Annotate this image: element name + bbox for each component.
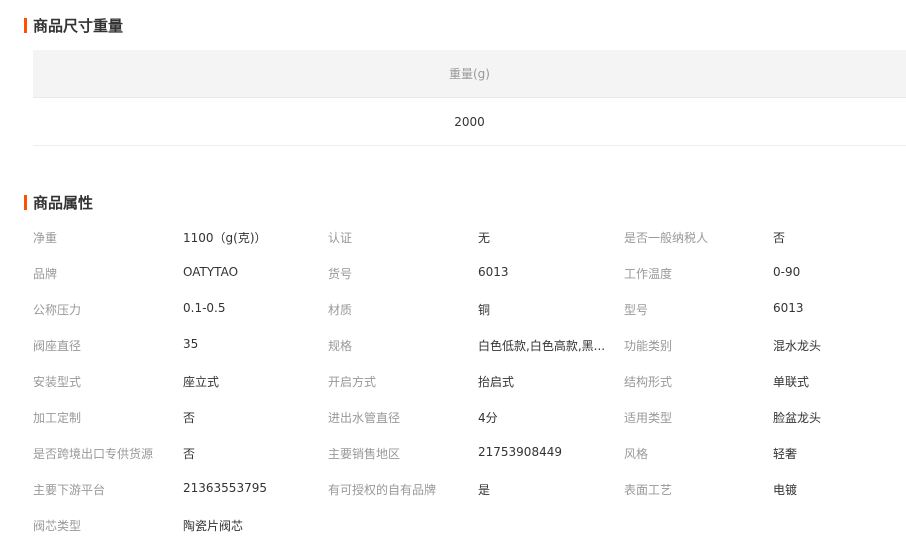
attribute-row: 加工定制 否 进出水管直径 4分 适用类型 脸盆龙头	[33, 399, 906, 435]
attribute-label: 阀芯类型	[33, 519, 82, 533]
attribute-value: 无	[478, 231, 491, 245]
attribute-value: 轻奢	[773, 447, 798, 461]
attribute-row: 净重 1100（g(克)） 认证 无 是否一般纳税人 否	[33, 219, 906, 255]
attribute-value: 脸盆龙头	[773, 411, 822, 425]
section-title-text: 商品属性	[33, 193, 94, 212]
attribute-label: 风格	[624, 447, 649, 461]
section-title-size-weight: 商品尺寸重量	[24, 16, 124, 35]
attribute-label: 功能类别	[624, 339, 673, 353]
attribute-grid: 净重 1100（g(克)） 认证无是否一般纳税人否品牌 OATYTAO 货号 6013 工作…	[33, 219, 906, 543]
attribute-value: 6013	[773, 301, 804, 315]
attribute-label: 开启方式	[328, 375, 377, 389]
attribute-value: 座立式	[183, 375, 220, 389]
attribute-value: 陶瓷片阀芯	[183, 519, 244, 533]
attribute-label: 阀座直径	[33, 339, 82, 353]
section-accent-bar	[24, 17, 27, 33]
attribute-value: 否	[183, 411, 196, 425]
attribute-label: 主要销售地区	[328, 447, 401, 461]
attribute-row: 安装型式 座立式 开启方式 抬启式 结构形式 单联式	[33, 363, 906, 399]
attribute-value: 1100（g(克)）	[183, 231, 267, 245]
section-title-text: 商品尺寸重量	[33, 16, 124, 35]
attribute-label: 货号	[328, 267, 353, 281]
attribute-label: 是否一般纳税人	[624, 231, 709, 245]
attribute-label: 公称压力	[33, 303, 82, 317]
attribute-value: 单联式	[773, 375, 810, 389]
section-title-attributes: 商品属性	[24, 193, 94, 212]
attribute-label: 有可授权的自有品牌	[328, 483, 437, 497]
attribute-label: 进出水管直径	[328, 411, 401, 425]
attribute-value: 白色低款,白色高款,黑...	[478, 339, 606, 353]
attribute-label: 品牌	[33, 267, 58, 281]
attribute-value: 4分	[478, 411, 498, 425]
attribute-row: 阀座直径 35 规格 白色低款,白色高款,黑... 功能类别 混水龙头	[33, 327, 906, 363]
table-header-weight: 重量(g)	[33, 50, 906, 98]
attribute-value: 21753908449	[478, 445, 562, 459]
attribute-label: 表面工艺	[624, 483, 673, 497]
attribute-value: 0.1-0.5	[183, 301, 226, 315]
table-cell-weight: 2000	[33, 98, 906, 146]
attribute-value: OATYTAO	[183, 265, 239, 279]
attribute-value: 铜	[478, 303, 491, 317]
attribute-label: 加工定制	[33, 411, 82, 425]
attribute-row: 是否跨境出口专供货源 否 主要销售地区 21753908449 风格 轻奢	[33, 435, 906, 471]
attribute-label: 认证	[328, 231, 353, 245]
attribute-value: 6013	[478, 265, 509, 279]
attribute-row: 阀芯类型 陶瓷片阀芯	[33, 507, 906, 543]
attribute-label: 结构形式	[624, 375, 673, 389]
attribute-value: 抬启式	[478, 375, 515, 389]
attribute-label: 材质	[328, 303, 353, 317]
attribute-label: 净重	[33, 231, 58, 245]
attribute-value: 混水龙头	[773, 339, 822, 353]
size-weight-table: 重量(g) 2000	[33, 50, 906, 146]
attribute-row: 主要下游平台 21363553795 有可授权的自有品牌 是 表面工艺 电镀	[33, 471, 906, 507]
attribute-label: 规格	[328, 339, 353, 353]
attribute-value: 是	[478, 483, 491, 497]
attribute-label: 安装型式	[33, 375, 82, 389]
attribute-value: 电镀	[773, 483, 798, 497]
attribute-label: 适用类型	[624, 411, 673, 425]
attribute-value: 35	[183, 337, 199, 351]
attribute-label: 工作温度	[624, 267, 673, 281]
attribute-value: 否	[183, 447, 196, 461]
attribute-label: 主要下游平台	[33, 483, 106, 497]
attribute-row: 公称压力 0.1-0.5 材质 铜 型号 6013	[33, 291, 906, 327]
attribute-label: 是否跨境出口专供货源	[33, 447, 154, 461]
attribute-value: 0-90	[773, 265, 801, 279]
section-accent-bar	[24, 194, 27, 210]
attribute-label: 型号	[624, 303, 649, 317]
attribute-row: 品牌 OATYTAO 货号 6013 工作温度 0-90	[33, 255, 906, 291]
attribute-value: 否	[773, 231, 786, 245]
attribute-value: 21363553795	[183, 481, 267, 495]
